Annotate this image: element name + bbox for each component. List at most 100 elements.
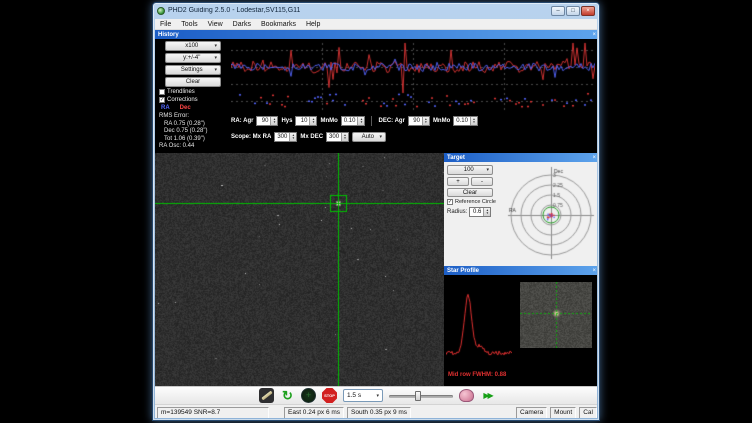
connect-equipment-button[interactable] xyxy=(259,388,274,403)
guide-target-icon: + xyxy=(306,391,311,400)
star-profile-caption[interactable]: Star Profile × xyxy=(444,266,597,275)
corrections-checkbox[interactable]: ✓ Corrections xyxy=(159,97,198,103)
history-close-icon[interactable]: × xyxy=(592,32,596,38)
menu-file[interactable]: File xyxy=(155,21,176,28)
target-zoom-select[interactable]: 100▾ xyxy=(447,165,493,175)
graph-settings-dropdown[interactable]: Settings▾ xyxy=(165,65,221,75)
chevron-down-icon: ▾ xyxy=(214,67,217,73)
title-bar[interactable]: PHD2 Guiding 2.5.0 - Lodestar,SV115,G11 … xyxy=(153,3,599,18)
guide-algo-params-row: RA: Agr 90▴▾ Hys 10▴▾ MnMo 0.10▴▾ DEC: A… xyxy=(231,116,478,126)
reference-circle-checkbox[interactable]: ✓ Reference Circle xyxy=(447,199,496,205)
hysteresis-label: Hys xyxy=(281,118,292,124)
spinner-arrows-icon[interactable]: ▴▾ xyxy=(357,117,364,125)
guiding-history-graph xyxy=(231,41,595,113)
desktop-background: PHD2 Guiding 2.5.0 - Lodestar,SV115,G11 … xyxy=(0,0,752,423)
graph-clear-button[interactable]: Clear xyxy=(165,77,221,87)
target-close-icon[interactable]: × xyxy=(592,155,596,161)
client-area: File Tools View Darks Bookmarks Help His… xyxy=(155,19,597,418)
history-pane-title: History xyxy=(158,32,179,38)
divider xyxy=(371,116,372,126)
history-pane-content: x100▾ y:+/-4"▾ Settings▾ Clear Trendline… xyxy=(155,39,597,153)
scope-maxra-label: Scope: Mx RA xyxy=(231,134,271,140)
target-controls: 100▾ + - Clear ✓ Reference Circle Radius… xyxy=(447,165,505,217)
star-mass-snr-status: m=139549 SNR=8.7 xyxy=(157,407,269,419)
cal-status: Cal xyxy=(579,407,597,419)
spinner-arrows-icon[interactable]: ▴▾ xyxy=(289,133,296,141)
guide-camera-view[interactable] xyxy=(155,153,445,386)
menu-bar: File Tools View Darks Bookmarks Help xyxy=(155,19,597,30)
star-zoom-thumbnail xyxy=(520,282,592,348)
spinner-arrows-icon[interactable]: ▴▾ xyxy=(470,117,477,125)
window-title: PHD2 Guiding 2.5.0 - Lodestar,SV115,G11 xyxy=(168,7,300,14)
brain-advanced-settings-button[interactable] xyxy=(459,389,474,402)
menu-tools[interactable]: Tools xyxy=(176,21,202,28)
target-pane-title: Target xyxy=(447,155,465,161)
star-profile-pane: Star Profile × Mid row FWHM: 0.88 xyxy=(444,266,597,386)
guide-button[interactable]: + xyxy=(301,388,316,403)
menu-help[interactable]: Help xyxy=(301,21,325,28)
spinner-arrows-icon[interactable]: ▴▾ xyxy=(309,117,316,125)
camera-properties-button[interactable]: ▶▶ xyxy=(480,388,495,403)
target-pane-content: 100▾ + - Clear ✓ Reference Circle Radius… xyxy=(444,162,597,266)
ra-aggression-label: RA: Agr xyxy=(231,118,253,124)
checkbox-check-icon: ✓ xyxy=(159,97,165,103)
screen-stretch-slider[interactable] xyxy=(389,389,453,402)
radius-spinner[interactable]: 0.6▴▾ xyxy=(469,207,491,217)
slider-knob[interactable] xyxy=(415,391,421,401)
chevron-down-icon: ▾ xyxy=(214,55,217,61)
exposure-duration-select[interactable]: 1.5 s ▾ xyxy=(343,389,383,402)
target-zoom-in-button[interactable]: + xyxy=(447,177,469,186)
max-ra-duration-spinner[interactable]: 300▴▾ xyxy=(274,132,297,142)
dec-minmove-label: MnMo xyxy=(433,118,450,124)
phd2-window: PHD2 Guiding 2.5.0 - Lodestar,SV115,G11 … xyxy=(152,2,600,421)
stop-button[interactable]: STOP xyxy=(322,388,337,403)
scope-params-row: Scope: Mx RA 300▴▾ Mx DEC 300▴▾ Auto▾ xyxy=(231,132,386,142)
close-button[interactable]: × xyxy=(581,6,595,16)
menu-darks[interactable]: Darks xyxy=(228,21,256,28)
menu-view[interactable]: View xyxy=(203,21,228,28)
max-dec-duration-spinner[interactable]: 300▴▾ xyxy=(326,132,349,142)
rms-total: Tot 1.06 (0.39") xyxy=(159,136,208,144)
spinner-arrows-icon[interactable]: ▴▾ xyxy=(270,117,277,125)
ra-hysteresis-spinner[interactable]: 10▴▾ xyxy=(295,116,317,126)
target-pane: Target × 100▾ + - Clear ✓ R xyxy=(444,153,597,266)
star-profile-content: Mid row FWHM: 0.88 xyxy=(444,275,597,386)
graph-height-dropdown[interactable]: y:+/-4"▾ xyxy=(165,53,221,63)
history-pane-caption[interactable]: History × xyxy=(155,30,597,39)
spinner-arrows-icon[interactable]: ▴▾ xyxy=(341,133,348,141)
rms-ra: RA 0.75 (0.28") xyxy=(159,121,208,129)
camera-status: Camera xyxy=(516,407,547,419)
camera-image-canvas[interactable] xyxy=(155,153,445,386)
target-zoom-out-button[interactable]: - xyxy=(471,177,493,186)
ra-aggression-spinner[interactable]: 90▴▾ xyxy=(256,116,278,126)
dec-guide-mode-select[interactable]: Auto▾ xyxy=(352,132,386,142)
loop-exposures-button[interactable]: ↻ xyxy=(280,388,295,403)
rms-error-readout: RMS Error: RA 0.75 (0.28") Dec 0.75 (0.2… xyxy=(159,113,208,151)
dec-aggression-label: DEC: Agr xyxy=(378,118,404,124)
target-clear-button[interactable]: Clear xyxy=(447,188,493,197)
checkbox-check-icon: ✓ xyxy=(447,199,453,205)
dec-minmove-spinner[interactable]: 0.10▴▾ xyxy=(453,116,478,126)
target-zoom-buttons: + - xyxy=(447,177,505,186)
chevron-down-icon: ▾ xyxy=(214,43,217,49)
dec-aggression-spinner[interactable]: 90▴▾ xyxy=(408,116,430,126)
star-profile-close-icon[interactable]: × xyxy=(592,268,596,274)
ra-oscillation: RA Osc: 0.44 xyxy=(159,143,208,151)
ra-minmove-label: MnMo xyxy=(320,118,337,124)
spinner-arrows-icon[interactable]: ▴▾ xyxy=(422,117,429,125)
rms-header: RMS Error: xyxy=(159,113,208,121)
checkbox-box-icon xyxy=(159,89,165,95)
minimize-button[interactable]: – xyxy=(551,6,565,16)
graph-length-dropdown[interactable]: x100▾ xyxy=(165,41,221,51)
history-controls: x100▾ y:+/-4"▾ Settings▾ Clear Trendline… xyxy=(157,41,229,151)
ra-minmove-spinner[interactable]: 0.10▴▾ xyxy=(341,116,366,126)
app-icon xyxy=(157,7,165,15)
menu-bookmarks[interactable]: Bookmarks xyxy=(256,21,301,28)
trendlines-checkbox[interactable]: Trendlines xyxy=(159,89,195,95)
maximize-button[interactable]: □ xyxy=(566,6,580,16)
target-pane-caption[interactable]: Target × xyxy=(444,153,597,162)
graph-legend: RA Dec xyxy=(161,105,191,111)
target-bullseye-chart xyxy=(506,165,596,261)
spinner-arrows-icon[interactable]: ▴▾ xyxy=(483,208,490,216)
loop-arrows-icon: ↻ xyxy=(282,389,293,402)
